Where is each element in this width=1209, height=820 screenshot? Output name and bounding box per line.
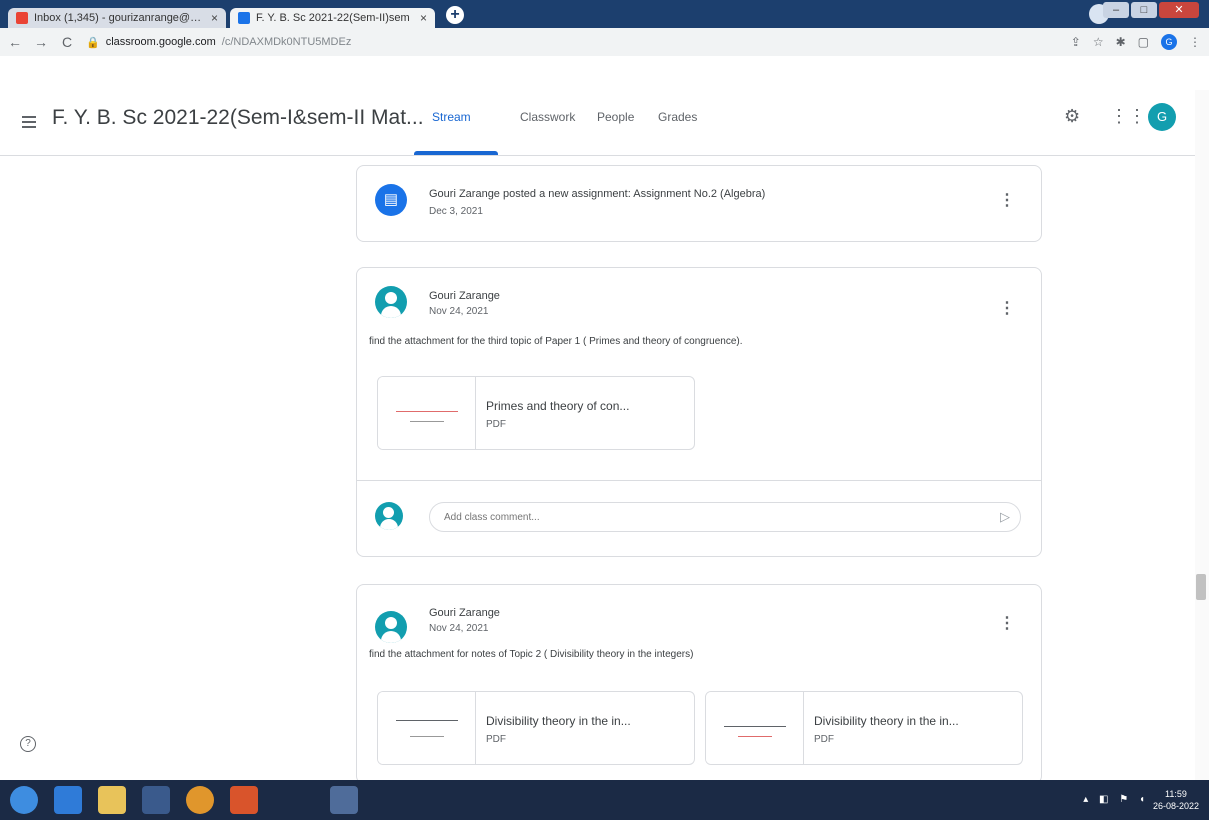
file-explorer-icon[interactable]	[98, 786, 126, 814]
scrollbar-track[interactable]	[1195, 90, 1209, 780]
settings-icon[interactable]: ⚙	[1064, 106, 1080, 127]
divider	[357, 480, 1041, 481]
tab-classwork[interactable]: Classwork	[520, 110, 575, 124]
close-icon[interactable]: ×	[420, 11, 427, 25]
post-text: find the attachment for the third topic …	[369, 336, 743, 347]
assignment-icon: ▤	[375, 184, 407, 216]
announcement-card: Gouri Zarange Nov 24, 2021 ⋮ find the at…	[356, 267, 1042, 557]
commenter-avatar	[375, 502, 403, 530]
more-icon[interactable]: ⋮	[1189, 35, 1201, 49]
pdf-thumbnail	[378, 692, 476, 764]
assignment-text: Gouri Zarange posted a new assignment: A…	[429, 188, 766, 200]
browser-actions: ⇪ ☆ ✱ ▢ G ⋮	[1071, 34, 1201, 50]
minimize-button[interactable]: –	[1103, 2, 1129, 18]
maximize-button[interactable]: □	[1131, 2, 1157, 18]
gmail-icon	[16, 12, 28, 24]
post-text: find the attachment for notes of Topic 2…	[369, 649, 694, 660]
clock-time: 11:59	[1165, 789, 1187, 799]
media-player-icon[interactable]	[142, 786, 170, 814]
post-date: Nov 24, 2021	[429, 623, 489, 634]
window-close-button[interactable]: ✕	[1159, 2, 1199, 18]
extensions-icon[interactable]: ✱	[1116, 35, 1126, 49]
attachment-name: Divisibility theory in the in...	[814, 714, 959, 728]
back-icon[interactable]: ←	[8, 34, 22, 50]
account-avatar[interactable]: G	[1148, 103, 1176, 131]
internet-explorer-icon[interactable]	[54, 786, 82, 814]
author-avatar	[375, 286, 407, 318]
clock-date: 26-08-2022	[1152, 801, 1199, 811]
send-icon[interactable]: ▷	[1000, 509, 1010, 525]
more-options-icon[interactable]: ⋮	[999, 298, 1015, 318]
comment-input-wrapper: ▷	[429, 502, 1021, 532]
share-icon[interactable]: ⇪	[1071, 35, 1081, 49]
clock[interactable]: 11:59 26-08-2022	[1153, 788, 1199, 812]
browser-tab-bar: Inbox (1,345) - gourizanrange@gm × F. Y.…	[0, 0, 1209, 28]
reload-icon[interactable]: C	[60, 34, 74, 50]
tab-people[interactable]: People	[597, 110, 634, 124]
attachment-name: Divisibility theory in the in...	[486, 714, 631, 728]
active-tab-indicator	[414, 151, 498, 155]
sidebar-icon[interactable]: ▢	[1138, 35, 1149, 49]
help-icon[interactable]: ?	[20, 736, 36, 752]
more-options-icon[interactable]: ⋮	[999, 613, 1015, 633]
attachment-card[interactable]: Divisibility theory in the in... PDF	[377, 691, 695, 765]
lock-icon: 🔒	[86, 36, 100, 49]
scrollbar-thumb[interactable]	[1196, 574, 1206, 600]
menu-icon[interactable]	[22, 116, 36, 131]
pdf-thumbnail	[378, 377, 476, 449]
tab-grades[interactable]: Grades	[658, 110, 697, 124]
chrome-icon[interactable]	[186, 786, 214, 814]
window-controls: – □ ✕	[1103, 2, 1199, 18]
tab-title: F. Y. B. Sc 2021-22(Sem-II)sem	[256, 12, 410, 24]
url-host: classroom.google.com	[105, 36, 216, 48]
pdf-thumbnail	[706, 692, 804, 764]
taskbar: ▴ ◧ ⚑ ◖ 11:59 26-08-2022	[0, 780, 1209, 820]
author-name: Gouri Zarange	[429, 607, 500, 619]
star-icon[interactable]: ☆	[1093, 35, 1104, 49]
attachment-card[interactable]: Primes and theory of con... PDF	[377, 376, 695, 450]
course-title[interactable]: F. Y. B. Sc 2021-22(Sem-I&sem-II Mat...	[52, 106, 424, 130]
profile-avatar[interactable]: G	[1161, 34, 1177, 50]
classroom-icon	[238, 12, 250, 24]
post-date: Nov 24, 2021	[429, 306, 489, 317]
tab-title: Inbox (1,345) - gourizanrange@gm	[34, 12, 205, 24]
attachment-type: PDF	[486, 734, 506, 745]
attachment-name: Primes and theory of con...	[486, 399, 630, 413]
attachment-card[interactable]: Divisibility theory in the in... PDF	[705, 691, 1023, 765]
tab-gmail[interactable]: Inbox (1,345) - gourizanrange@gm ×	[8, 8, 226, 28]
author-avatar	[375, 611, 407, 643]
app-icon[interactable]	[330, 786, 358, 814]
url-field[interactable]: 🔒 classroom.google.com/c/NDAXMDk0NTU5MDE…	[86, 36, 1059, 49]
tab-classroom[interactable]: F. Y. B. Sc 2021-22(Sem-II)sem ×	[230, 8, 435, 28]
url-path: /c/NDAXMDk0NTU5MDEz	[221, 36, 352, 48]
author-name: Gouri Zarange	[429, 290, 500, 302]
attachment-type: PDF	[814, 734, 834, 745]
announcement-card: Gouri Zarange Nov 24, 2021 ⋮ find the at…	[356, 584, 1042, 784]
tab-stream[interactable]: Stream	[432, 110, 471, 124]
assignment-card[interactable]: ▤ Gouri Zarange posted a new assignment:…	[356, 165, 1042, 242]
chrome-active-icon[interactable]	[230, 786, 258, 814]
new-tab-button[interactable]: +	[446, 6, 464, 24]
class-comment-input[interactable]	[430, 503, 970, 531]
attachment-type: PDF	[486, 419, 506, 430]
system-tray[interactable]: ▴ ◧ ⚑ ◖	[1083, 794, 1149, 805]
assignment-date: Dec 3, 2021	[429, 206, 483, 217]
more-options-icon[interactable]: ⋮	[999, 190, 1015, 210]
classroom-header: F. Y. B. Sc 2021-22(Sem-I&sem-II Mat... …	[0, 90, 1195, 156]
apps-grid-icon[interactable]: ⋮⋮	[1110, 106, 1146, 127]
close-icon[interactable]: ×	[211, 11, 218, 25]
forward-icon[interactable]: →	[34, 34, 48, 50]
start-button[interactable]	[10, 786, 38, 814]
address-bar: ← → C 🔒 classroom.google.com/c/NDAXMDk0N…	[0, 28, 1209, 56]
